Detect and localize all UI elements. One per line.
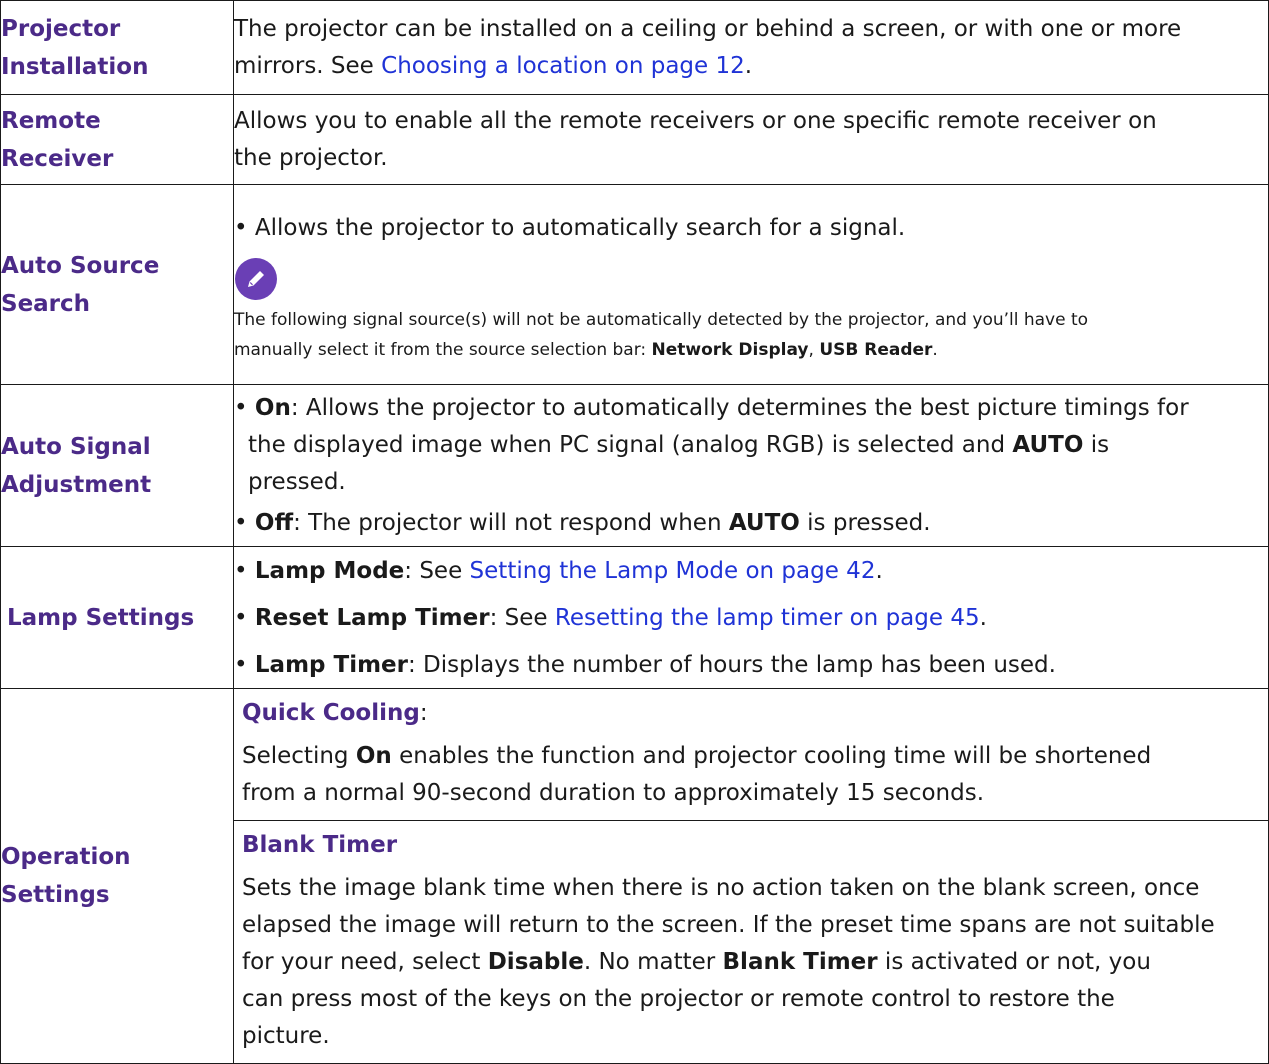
blank-timer-title: Blank Timer — [242, 832, 398, 858]
table-row: Lamp Settings • Lamp Mode: See Setting t… — [0, 546, 1269, 689]
table-row: Auto Signal Adjustment • On: Allows the … — [0, 384, 1269, 547]
table-row: Operation Settings Quick Cooling: Select… — [0, 688, 1269, 1064]
quick-cooling-section: Quick Cooling: Selecting On enables the … — [242, 700, 1152, 806]
blank-timer-section: Blank Timer Sets the image blank time wh… — [234, 820, 1268, 1063]
row-desc-projector-installation: The projector can be installed on a ceil… — [233, 0, 1269, 95]
table-row: Remote Receiver Allows you to enable all… — [0, 94, 1269, 185]
row-desc-auto-source-search: • Allows the projector to automatically … — [233, 184, 1269, 385]
row-desc-operation-settings: Quick Cooling: Selecting On enables the … — [233, 688, 1269, 1064]
row-label-auto-signal-adjustment: Auto Signal Adjustment — [0, 384, 234, 547]
pencil-note-icon — [234, 257, 278, 301]
link-choosing-location[interactable]: Choosing a location on page 12 — [381, 53, 745, 79]
table-row: Auto Source Search • Allows the projecto… — [0, 184, 1269, 385]
settings-table: Projector Installation The projector can… — [0, 0, 1269, 1064]
quick-cooling-title: Quick Cooling — [242, 700, 420, 726]
row-desc-lamp-settings: • Lamp Mode: See Setting the Lamp Mode o… — [233, 546, 1269, 689]
row-desc-auto-signal-adjustment: • On: Allows the projector to automatica… — [233, 384, 1269, 547]
row-label-lamp-settings: Lamp Settings — [0, 546, 234, 689]
link-lamp-mode[interactable]: Setting the Lamp Mode on page 42 — [470, 558, 876, 584]
row-desc-remote-receiver: Allows you to enable all the remote rece… — [233, 94, 1269, 185]
table-row: Projector Installation The projector can… — [0, 0, 1269, 95]
link-reset-lamp-timer[interactable]: Resetting the lamp timer on page 45 — [555, 605, 980, 631]
row-label-projector-installation: Projector Installation — [0, 0, 234, 95]
row-label-auto-source-search: Auto Source Search — [0, 184, 234, 385]
row-label-operation-settings: Operation Settings — [0, 688, 234, 1064]
row-label-remote-receiver: Remote Receiver — [0, 94, 234, 185]
